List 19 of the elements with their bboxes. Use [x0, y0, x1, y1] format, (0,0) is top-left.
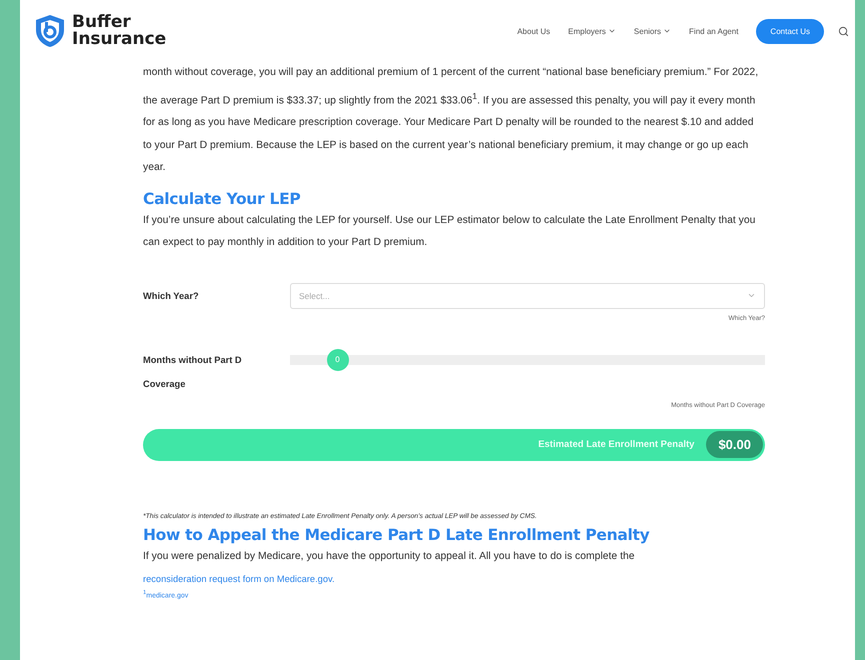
field-label: Which Year?: [143, 290, 200, 303]
reconsideration-link[interactable]: reconsideration request form on Medicare.gov.: [143, 568, 335, 590]
logo-text[interactable]: Buffer Insurance: [72, 14, 166, 48]
contact-button[interactable]: Contact Us: [756, 18, 824, 44]
section-heading: Calculate Your LEP: [143, 190, 302, 208]
year-select[interactable]: Select...: [290, 282, 765, 309]
result-label: Estimated Late Enrollment Penalty: [538, 439, 694, 450]
intro-paragraph: month without coverage, you will pay an additional premium of 1 percent of the current “national base beneficiary premium.” For 2022, the average Part D premium is $33.37; up slightly from the 2021 $33.06$^{1}$. If you are assessed this penalty, you will pay it every month for as long as you have Medicare prescription coverage. Your Medicare Part D penalty will be rounded to the nearest $.10 and added to your Part D premium. Because the LEP is based on the current year’s national beneficiary premium, it may change or go up each year.: [143, 66, 760, 176]
field-label: Months without Part D Coverage: [143, 354, 243, 391]
nav-link[interactable]: Seniors: [634, 26, 672, 36]
nav-link[interactable]: About Us: [517, 26, 550, 36]
section-heading: How to Appeal the Medicare Part D Late Enrollment Penalty: [143, 526, 650, 544]
nav-link[interactable]: Find an Agent: [689, 26, 738, 36]
nav-link[interactable]: Employers: [568, 26, 616, 36]
search-icon[interactable]: [838, 26, 849, 36]
shield-logo-icon: [34, 14, 66, 48]
result-value: $0.00: [706, 431, 763, 458]
appeal-paragraph: If you were penalized by Medicare, you have the opportunity to appeal it. All you have to do is complete the: [143, 550, 636, 564]
calculator-description: If you’re unsure about calculating the LEP for yourself. Use our LEP estimator below to calculate the Late Enrollment Penalty that you can expect to pay monthly in addition to your Part D premium.: [143, 214, 756, 250]
